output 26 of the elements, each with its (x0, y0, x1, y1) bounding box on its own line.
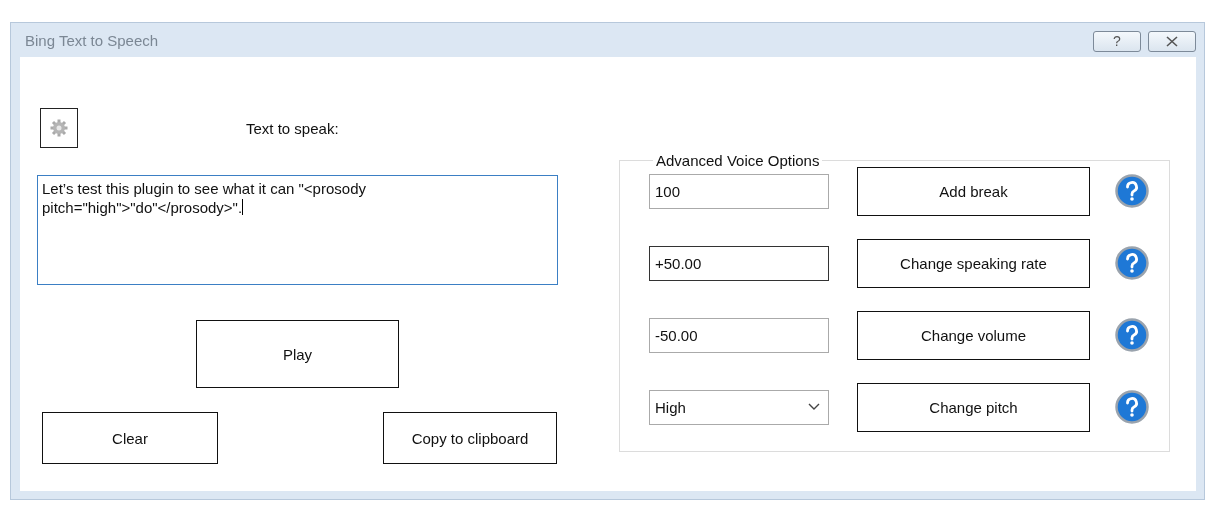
help-icon[interactable] (1115, 246, 1149, 280)
option-button[interactable]: Change speaking rate (857, 238, 1090, 288)
option-button[interactable]: Change pitch (857, 382, 1090, 432)
text-input[interactable]: Let’s test this plugin to see what it can "<prosody pitch="high">"do"</prosody>". (37, 175, 558, 285)
text-label: Text to speak: (246, 119, 339, 137)
option-button[interactable]: Change volume (857, 310, 1090, 360)
close-button[interactable] (1148, 30, 1196, 52)
pitch-dropdown[interactable]: High (649, 389, 829, 425)
value-field[interactable]: 100 (649, 173, 829, 209)
help-icon[interactable] (1115, 318, 1149, 352)
settings-button[interactable] (40, 108, 78, 148)
gear-icon (50, 119, 68, 137)
value-field[interactable]: +50.00 (649, 245, 829, 281)
group-title: Advanced Voice Options (655, 152, 821, 169)
option-button[interactable]: Add break (857, 166, 1090, 216)
close-icon (1166, 35, 1178, 47)
help-icon[interactable] (1115, 390, 1149, 424)
help-button[interactable]: ? (1093, 30, 1141, 52)
window-title: Bing Text to Speech (25, 31, 159, 49)
play-button[interactable]: Play (196, 320, 399, 388)
clear-button[interactable]: Clear (42, 412, 218, 464)
help-icon[interactable] (1115, 174, 1149, 208)
value-field[interactable]: -50.00 (649, 317, 829, 353)
text-caret (242, 199, 244, 215)
copy-button[interactable]: Copy to clipboard (383, 412, 557, 464)
chevron-down-icon (808, 403, 820, 411)
